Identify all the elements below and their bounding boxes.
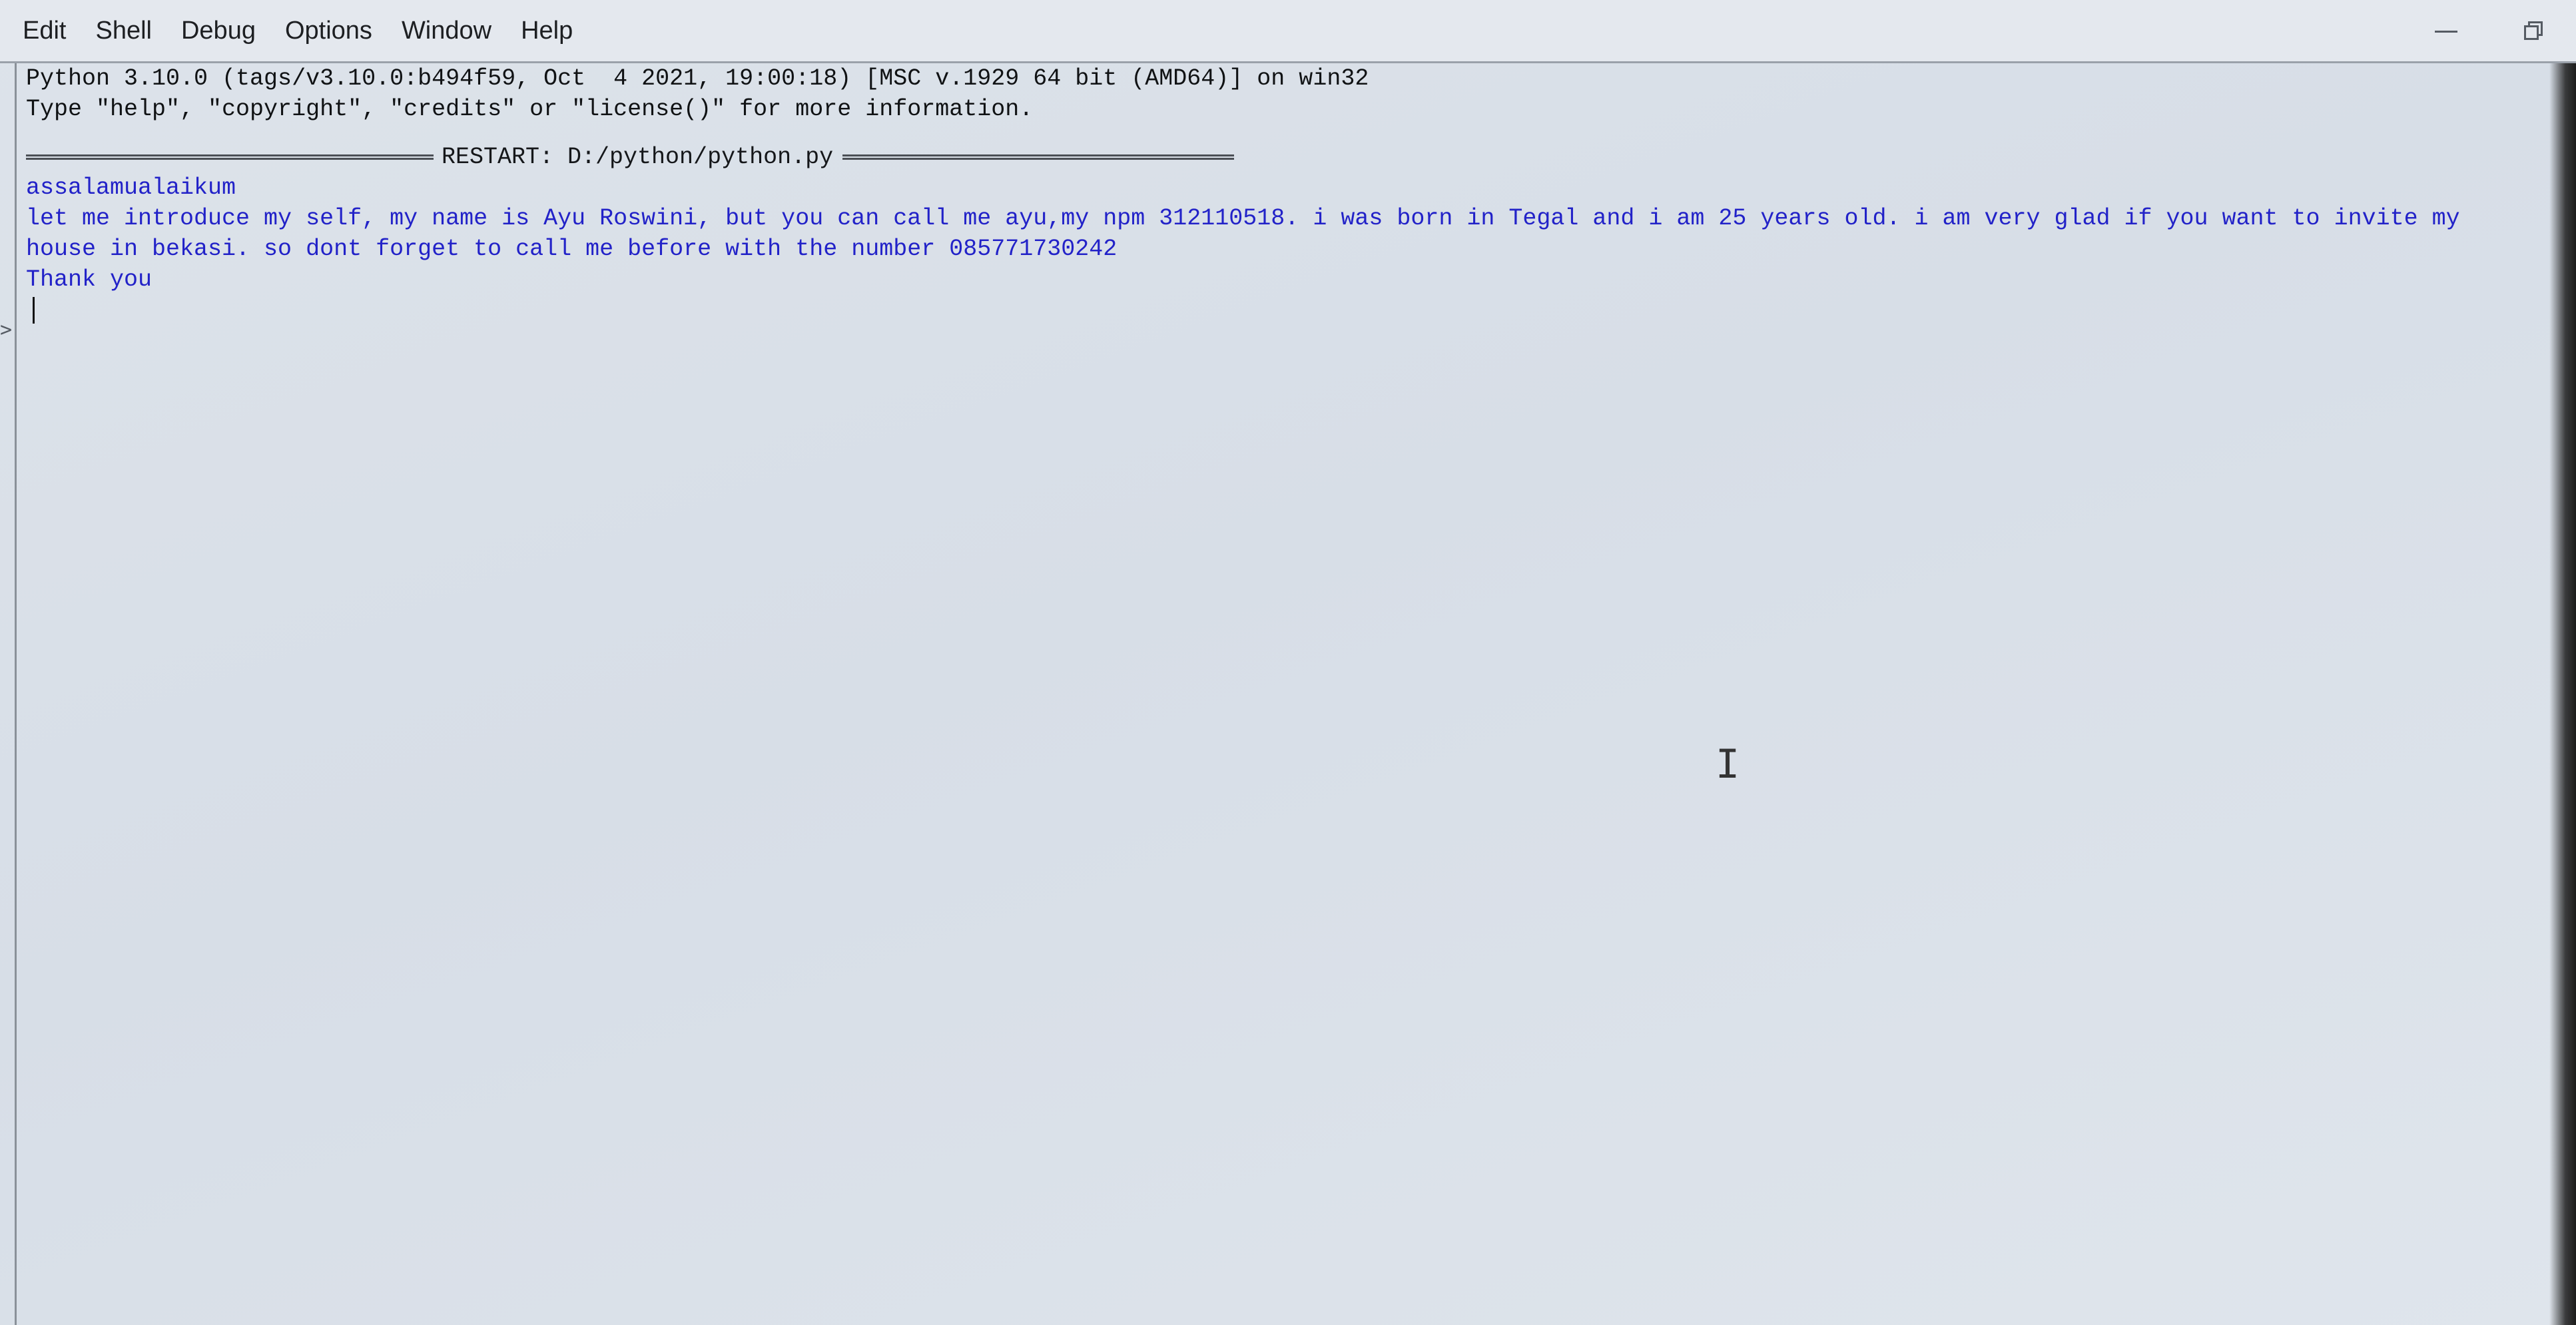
menu-window[interactable]: Window	[387, 17, 506, 45]
menu-bar: Edit Shell Debug Options Window Help	[0, 0, 2576, 63]
python-banner-line: Python 3.10.0 (tags/v3.10.0:b494f59, Oct…	[26, 65, 1369, 92]
idle-shell-window: Edit Shell Debug Options Window Help Pyt…	[0, 0, 2576, 1325]
shell-content: Python 3.10.0 (tags/v3.10.0:b494f59, Oct…	[26, 63, 2536, 326]
prompt-marker: >	[0, 318, 13, 342]
menu-shell[interactable]: Shell	[81, 17, 166, 45]
minimize-icon[interactable]	[2403, 0, 2489, 63]
menu-debug[interactable]: Debug	[166, 17, 270, 45]
window-controls	[2403, 0, 2576, 63]
output-line-thanks: Thank you	[26, 266, 153, 293]
restore-icon[interactable]	[2489, 0, 2576, 63]
output-line-greeting: assalamualaikum	[26, 174, 236, 201]
restart-separator: RESTART: D:/python/python.py	[26, 142, 2536, 172]
ibeam-cursor-icon: I	[1716, 741, 1740, 788]
restore-icon-front-square	[2524, 25, 2539, 40]
menu-help[interactable]: Help	[506, 17, 587, 45]
restart-rule-left	[26, 154, 434, 160]
menu-options[interactable]: Options	[270, 17, 387, 45]
text-caret	[33, 296, 35, 324]
shell-text-area[interactable]: Python 3.10.0 (tags/v3.10.0:b494f59, Oct…	[15, 63, 2576, 1325]
help-banner-line: Type "help", "copyright", "credits" or "…	[26, 96, 1034, 123]
menu-edit[interactable]: Edit	[0, 17, 81, 45]
input-line[interactable]	[26, 295, 2536, 326]
screen-edge	[2549, 63, 2576, 1325]
output-line-introduction: let me introduce my self, my name is Ayu…	[26, 205, 2474, 262]
restart-rule-right	[842, 154, 1235, 160]
restart-label: RESTART: D:/python/python.py	[442, 144, 834, 170]
